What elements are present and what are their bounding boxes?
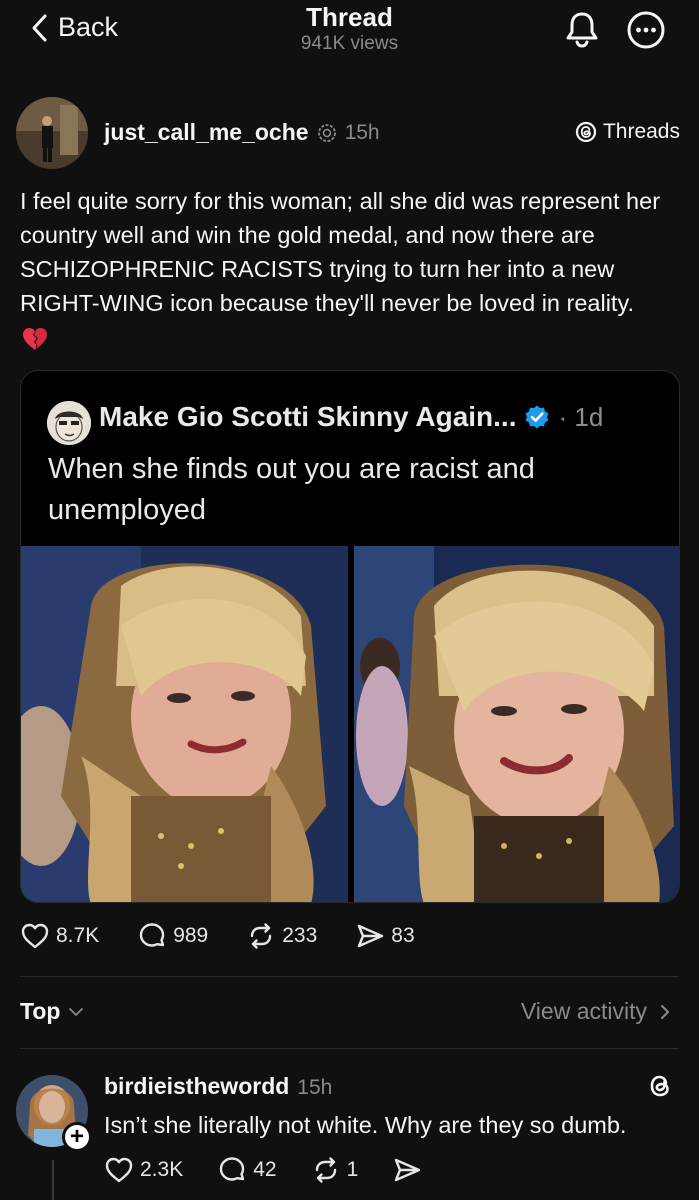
reply-comment-count: 42 (253, 1158, 277, 1181)
media-photo-left[interactable] (21, 546, 348, 902)
chevron-down-icon (69, 1007, 84, 1016)
top-bar: Back Thread 941K views (0, 0, 699, 62)
reply-repost-button[interactable]: 1 (311, 1155, 359, 1185)
share-button[interactable]: 83 (355, 921, 415, 951)
heart-icon (21, 923, 49, 949)
thread-connector-line (52, 1160, 54, 1200)
quoted-media[interactable] (21, 546, 679, 902)
reply-actions: 2.3K 42 1 (104, 1155, 456, 1185)
threads-logo-icon (575, 121, 597, 143)
threads-logo-icon[interactable] (647, 1072, 673, 1100)
quoted-author: Make Gio Scotti Skinny Again... · 1d (99, 401, 603, 433)
comment-icon (220, 1157, 245, 1181)
broken-heart-icon (23, 328, 47, 350)
divider (20, 1048, 679, 1049)
reply-username: birdieisthewordd (104, 1073, 290, 1099)
like-button[interactable]: 8.7K (20, 921, 99, 951)
reply-time: 15h (297, 1076, 333, 1099)
post-time: 15h (344, 120, 380, 144)
view-activity-link[interactable]: View activity (521, 998, 671, 1025)
follow-plus-button[interactable]: + (62, 1122, 92, 1152)
reply-body: Isn’t she literally not white. Why are t… (104, 1112, 627, 1138)
reply-like-count: 2.3K (140, 1158, 184, 1181)
quoted-author-name: Make Gio Scotti Skinny Again... (99, 401, 517, 432)
post-actions: 8.7K 989 233 83 (20, 921, 453, 951)
author-username[interactable]: just_call_me_oche 15h (104, 119, 380, 146)
sort-label: Top (20, 998, 61, 1024)
send-icon (358, 924, 384, 948)
sort-dropdown[interactable]: Top (20, 998, 84, 1025)
quoted-author-avatar (47, 401, 91, 445)
reply-comment-button[interactable]: 42 (217, 1155, 277, 1185)
post-body: I feel quite sorry for this woman; all s… (20, 188, 661, 316)
reply-button[interactable]: 989 (137, 921, 208, 951)
media-photo-right[interactable] (354, 546, 679, 902)
like-count: 8.7K (56, 924, 100, 947)
quoted-post-card[interactable]: Make Gio Scotti Skinny Again... · 1d Whe… (20, 370, 680, 903)
quoted-time: · 1d (558, 401, 604, 432)
threads-badge[interactable]: Threads (575, 120, 680, 144)
chevron-right-icon (661, 1004, 669, 1019)
author-avatar[interactable] (16, 97, 88, 169)
repost-icon (251, 923, 272, 949)
repost-icon (315, 1157, 336, 1183)
username-text: just_call_me_oche (104, 119, 309, 145)
verified-check-icon (525, 405, 549, 429)
badge-outline-icon (317, 123, 336, 142)
reply-repost-count: 1 (346, 1158, 359, 1181)
repost-count: 233 (282, 924, 318, 947)
reply-like-button[interactable]: 2.3K (104, 1155, 183, 1185)
quoted-text: When she finds out you are racist and un… (48, 453, 535, 526)
share-count: 83 (391, 924, 415, 947)
view-activity-label: View activity (520, 998, 647, 1024)
divider (20, 976, 679, 977)
reply-share-button[interactable] (392, 1155, 422, 1185)
repost-button[interactable]: 233 (246, 921, 317, 951)
reply-author[interactable]: birdieisthewordd 15h (104, 1073, 332, 1100)
bell-icon[interactable] (565, 10, 599, 48)
comment-icon (140, 923, 165, 947)
send-icon (395, 1158, 421, 1182)
heart-icon (105, 1157, 133, 1183)
reply-count: 989 (173, 924, 209, 947)
threads-label: Threads (602, 120, 680, 143)
more-options-icon[interactable] (626, 10, 666, 50)
